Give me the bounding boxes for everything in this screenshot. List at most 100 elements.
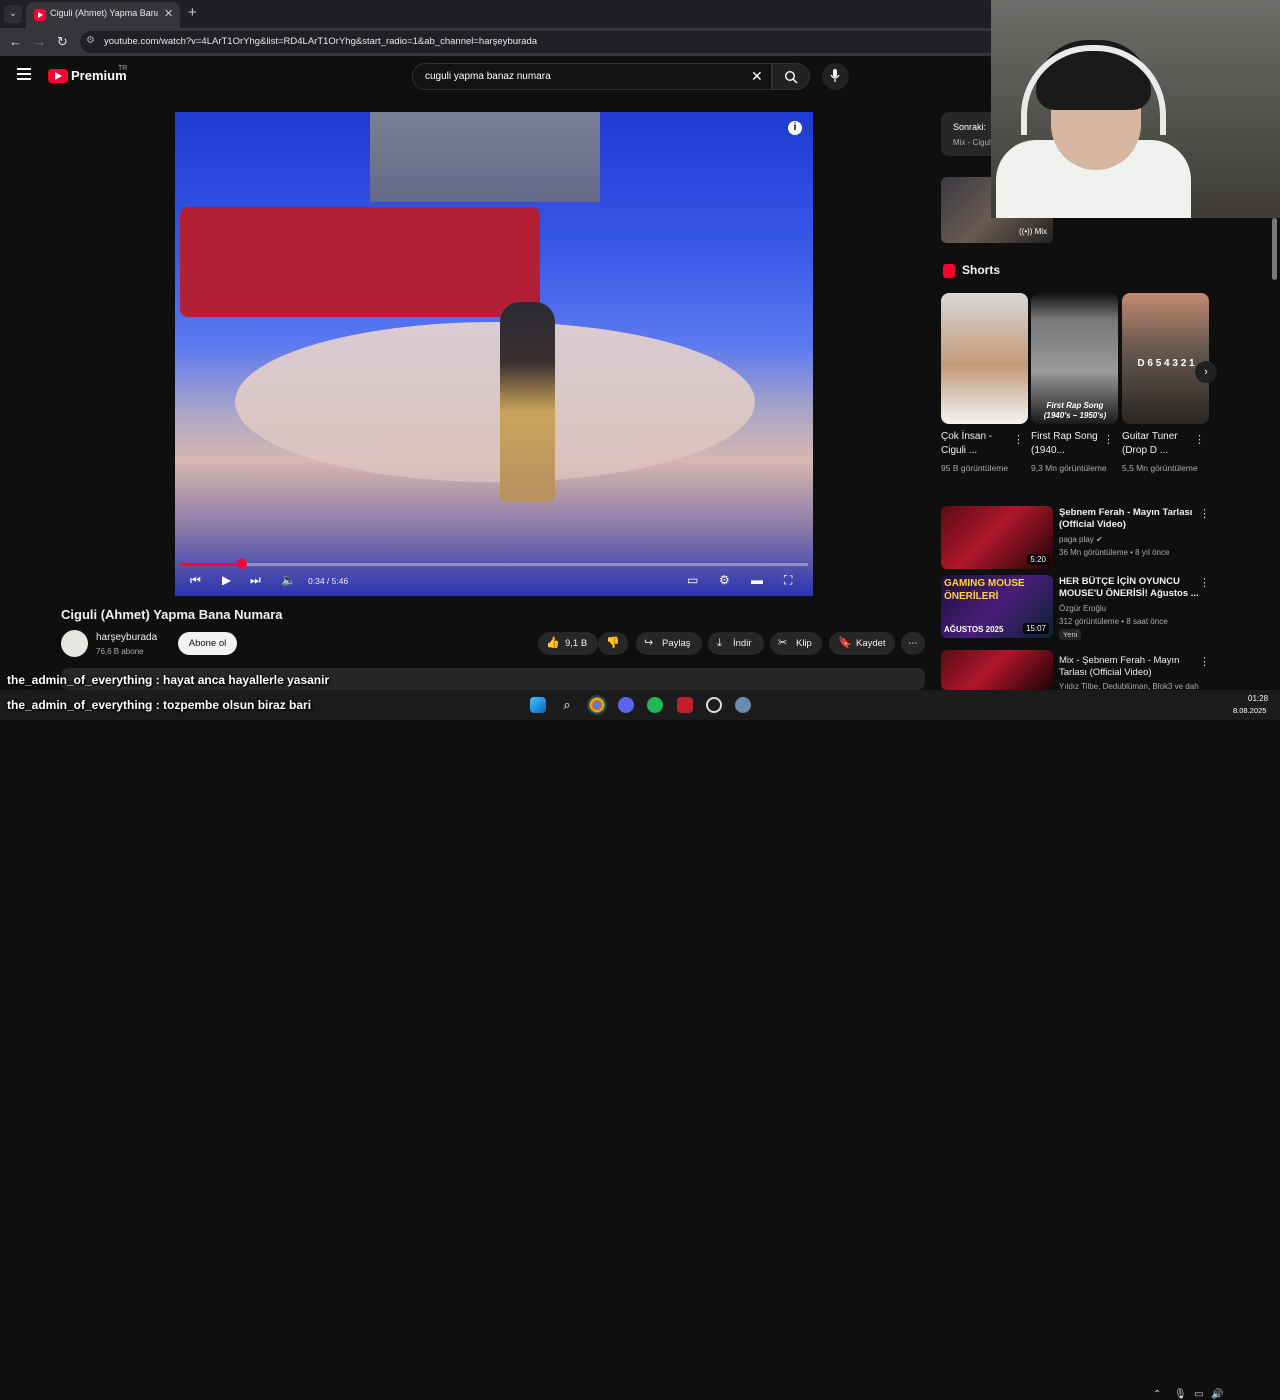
video-title-link[interactable]: Şebnem Ferah - Mayın Tarlası (Official V…	[1059, 507, 1199, 531]
short-overlay-text: D 6 5 4 3 2 1	[1137, 358, 1195, 369]
settings-app-icon[interactable]	[735, 697, 751, 713]
short-thumbnail[interactable]: First Rap Song (1940's – 1950's)	[1031, 293, 1118, 424]
more-vert-icon[interactable]: ⋮	[1199, 507, 1210, 520]
video-frame-stage	[235, 322, 755, 482]
steam-icon[interactable]	[706, 697, 722, 713]
youtube-favicon-icon	[34, 9, 46, 21]
more-vert-icon[interactable]: ⋮	[1194, 433, 1205, 446]
volume-icon[interactable]: 🔈	[281, 573, 296, 587]
subtitles-icon[interactable]: ▭	[687, 573, 698, 587]
clip-button[interactable]: ✂ Klip	[770, 632, 822, 655]
time-display: 0:34 / 5:46	[308, 576, 349, 586]
video-frame-sofa	[180, 207, 540, 317]
video-title-link[interactable]: HER BÜTÇE İÇİN OYUNCU MOUSE'U ÖNERİSİ! A…	[1059, 576, 1199, 600]
fullscreen-icon[interactable]: ⛶	[784, 573, 792, 588]
browser-tab[interactable]: Ciguli (Ahmet) Yapma Bana N ✕	[26, 2, 180, 28]
back-icon[interactable]: ←	[9, 34, 22, 49]
share-label: Paylaş	[662, 638, 691, 649]
youtube-logo-icon[interactable]	[48, 69, 68, 83]
chevron-right-icon[interactable]: ›	[1195, 361, 1217, 383]
share-button[interactable]: ↪ Paylaş	[636, 632, 702, 655]
short-views: 5,5 Mn görüntüleme	[1122, 463, 1198, 473]
site-info-icon[interactable]: ⚙	[86, 35, 95, 46]
channel-avatar[interactable]	[61, 630, 88, 657]
voicemeeter-icon[interactable]	[677, 697, 693, 713]
subscribe-button[interactable]: Abone ol	[178, 632, 237, 655]
tab-close-icon[interactable]: ✕	[164, 7, 173, 20]
short-thumbnail[interactable]: D 6 5 4 3 2 1	[1122, 293, 1209, 424]
headphones	[1021, 45, 1166, 135]
search-icon[interactable]: ⌕	[559, 697, 575, 713]
speaker-icon[interactable]: 🔊	[1211, 1389, 1223, 1400]
clip-label: Klip	[796, 638, 812, 649]
url-text: youtube.com/watch?v=4LArT1OrYhg&list=RD4…	[104, 36, 538, 47]
scrollbar[interactable]	[1272, 218, 1277, 280]
chrome-icon[interactable]	[587, 695, 607, 715]
video-frame-performer	[500, 302, 555, 502]
download-button[interactable]: ⤓ İndir	[708, 632, 764, 655]
search-input[interactable]: cuguli yapma banaz numara ✕	[412, 63, 772, 90]
shorts-icon	[943, 264, 955, 278]
like-button[interactable]: 👍 9,1 B	[538, 632, 598, 655]
save-button[interactable]: 🔖 Kaydet	[829, 632, 895, 655]
display-icon[interactable]: ▭	[1194, 1389, 1203, 1400]
short-thumbnail[interactable]	[941, 293, 1028, 424]
previous-icon[interactable]: ⏮	[190, 573, 201, 588]
video-meta: 36 Mn görüntüleme • 8 yıl önce	[1059, 548, 1170, 557]
more-vert-icon[interactable]: ⋮	[1199, 576, 1210, 589]
windows-start-icon[interactable]	[530, 697, 546, 713]
more-vert-icon[interactable]: ⋮	[1103, 433, 1114, 446]
chat-message: the_admin_of_everything : hayat anca hay…	[7, 673, 330, 687]
video-player[interactable]: i ⏮ ▶ ⏭ 🔈 0:34 / 5:46 ▭ ⚙ ▬ ⛶	[175, 112, 813, 596]
discord-icon[interactable]	[618, 697, 634, 713]
channel-name[interactable]: Özgür Eroğlu	[1059, 604, 1106, 613]
more-vert-icon[interactable]: ⋮	[1013, 433, 1024, 446]
tab-title: Ciguli (Ahmet) Yapma Bana N	[50, 8, 158, 18]
tray-chevron-icon[interactable]: ⌃	[1153, 1389, 1161, 1400]
clock-time[interactable]: 01:28	[1248, 694, 1268, 703]
info-icon[interactable]: i	[788, 121, 802, 135]
share-icon: ↪	[644, 637, 654, 649]
webcam-overlay	[991, 0, 1280, 218]
more-vert-icon[interactable]: ⋮	[1199, 655, 1210, 668]
video-frame-backdrop	[370, 112, 600, 202]
reload-icon[interactable]: ↻	[57, 34, 68, 50]
address-bar[interactable]: ⚙ youtube.com/watch?v=4LArT1OrYhg&list=R…	[80, 31, 1000, 53]
scrubber-handle[interactable]	[236, 559, 247, 569]
clear-search-icon[interactable]: ✕	[751, 68, 763, 85]
chat-message: the_admin_of_everything : tozpembe olsun…	[7, 698, 312, 712]
tab-search-icon[interactable]: ⌄	[4, 5, 22, 23]
more-actions-button[interactable]: ⋯	[901, 632, 925, 655]
search-icon	[784, 70, 798, 84]
channel-name[interactable]: harşeyburada	[96, 632, 157, 643]
theater-mode-icon[interactable]: ▬	[751, 573, 763, 587]
clock-date[interactable]: 8.08.2025	[1233, 706, 1266, 715]
short-title[interactable]: First Rap Song (1940...	[1031, 430, 1103, 458]
save-label: Kaydet	[856, 638, 886, 649]
video-title-link[interactable]: Mix - Şebnem Ferah - Mayın Tarlası (Offi…	[1059, 655, 1199, 679]
progress-bar[interactable]	[180, 559, 808, 569]
play-icon[interactable]: ▶	[222, 573, 231, 587]
new-tab-icon[interactable]: +	[188, 4, 197, 21]
forward-icon[interactable]: →	[33, 34, 46, 49]
channel-name[interactable]: paga play ✔	[1059, 535, 1103, 544]
hamburger-menu-icon[interactable]	[17, 68, 31, 80]
short-title[interactable]: Çok İnsan - Ciguli ...	[941, 430, 1013, 458]
video-thumbnail[interactable]	[941, 650, 1053, 690]
like-count: 9,1 B	[565, 638, 588, 649]
next-icon[interactable]: ⏭	[250, 573, 261, 588]
settings-icon[interactable]: ⚙	[719, 573, 730, 587]
up-next-subtitle: Mix - Cigul	[953, 138, 991, 147]
short-title[interactable]: Guitar Tuner (Drop D ...	[1122, 430, 1194, 458]
microphone-tray-icon[interactable]: 🎙	[1174, 1389, 1187, 1400]
spotify-icon[interactable]	[647, 697, 663, 713]
new-badge: Yeni	[1059, 629, 1082, 640]
thumbs-down-icon: 👎	[606, 637, 620, 649]
video-thumbnail[interactable]: GAMING MOUSE ÖNERİLERİ AĞUSTOS 2025 15:0…	[941, 575, 1053, 638]
voice-search-button[interactable]	[822, 63, 849, 90]
video-thumbnail[interactable]: 5:20	[941, 506, 1053, 569]
short-views: 95 B görüntüleme	[941, 463, 1009, 473]
video-meta: 312 görüntüleme • 8 saat önce	[1059, 617, 1168, 626]
search-button[interactable]	[772, 63, 810, 90]
dislike-button[interactable]: 👎	[598, 632, 628, 655]
